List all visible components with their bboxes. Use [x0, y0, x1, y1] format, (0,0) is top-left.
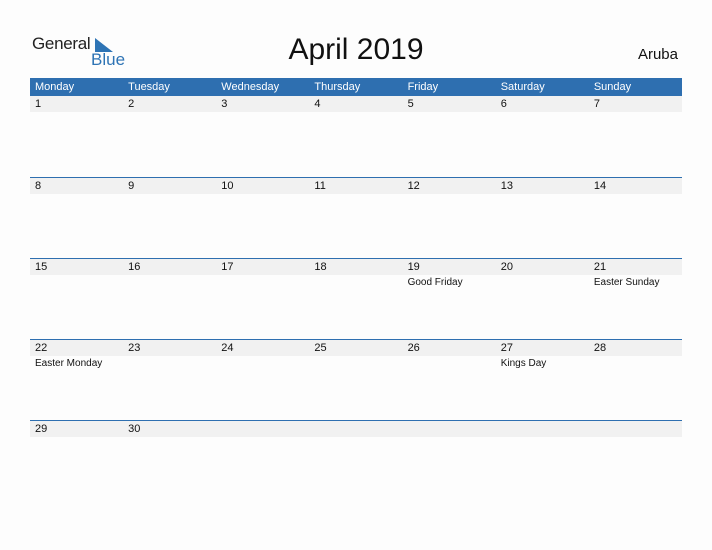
holiday-label: Good Friday: [407, 277, 463, 288]
holiday-label: [589, 112, 682, 114]
event-row: [30, 437, 682, 439]
day-number: [589, 421, 682, 437]
calendar-title: April 2019: [288, 33, 424, 66]
country-label: Aruba: [637, 46, 678, 63]
day-number: 27: [500, 342, 513, 354]
holiday-label: [589, 194, 682, 196]
holiday-label: [216, 194, 309, 196]
day-number-row: 22 23 24 25 26 27 28: [30, 340, 682, 356]
holiday-label: Kings Day: [500, 358, 547, 369]
holiday-label: [403, 437, 496, 439]
event-row: [30, 194, 682, 196]
day-number-row: 29 30: [30, 421, 682, 437]
holiday-label: [123, 194, 216, 196]
day-number: 2: [128, 98, 135, 110]
day-number-row: 1 2 3 4 5 6 7: [30, 96, 682, 112]
day-number: 1: [35, 98, 42, 110]
holiday-label: [496, 194, 589, 196]
holiday-label: [309, 275, 402, 288]
holiday-label: [216, 437, 309, 439]
holiday-label: [30, 194, 123, 196]
holiday-label: [123, 437, 216, 439]
day-number: 22: [35, 342, 48, 354]
day-number: 3: [221, 98, 228, 110]
day-number: [309, 421, 402, 437]
day-number: 20: [500, 261, 513, 273]
holiday-label: [123, 112, 216, 114]
holiday-label: [496, 112, 589, 114]
event-row: Good Friday Easter Sunday: [30, 275, 682, 288]
holiday-label: [403, 112, 496, 114]
holiday-label: [496, 437, 589, 439]
holiday-label: [589, 356, 682, 369]
holiday-label: [30, 275, 123, 288]
day-number: 18: [314, 261, 327, 273]
day-number-row: 8 9 10 11 12 13 14: [30, 178, 682, 194]
holiday-label: [216, 356, 309, 369]
weekday-sunday: Sunday: [593, 81, 632, 93]
holiday-label: [403, 356, 496, 369]
day-number: 25: [314, 342, 327, 354]
weekday-friday: Friday: [407, 81, 439, 93]
calendar-grid: Monday Tuesday Wednesday Thursday Friday…: [30, 78, 682, 501]
weekday-tuesday: Tuesday: [128, 81, 170, 93]
weekday-wednesday: Wednesday: [221, 81, 280, 93]
day-number: 13: [500, 180, 513, 192]
weekday-header: Monday Tuesday Wednesday Thursday Friday…: [30, 78, 682, 96]
week-row: 8 9 10 11 12 13 14: [30, 177, 682, 258]
day-number: [496, 421, 589, 437]
day-number: 30: [128, 423, 141, 435]
day-number: 7: [593, 98, 600, 110]
day-number: 21: [593, 261, 607, 273]
weekday-monday: Monday: [35, 81, 75, 93]
day-number: 8: [35, 180, 42, 192]
day-number: [403, 421, 496, 437]
day-number: 23: [128, 342, 141, 354]
holiday-label: [30, 112, 123, 114]
event-row: [30, 112, 682, 114]
day-number: 29: [35, 423, 48, 435]
event-row: Easter Monday Kings Day: [30, 356, 682, 369]
day-number: 4: [314, 98, 321, 110]
day-number: 16: [128, 261, 141, 273]
day-number: 6: [500, 98, 507, 110]
week-row: 1 2 3 4 5 6 7: [30, 96, 682, 177]
day-number: 19: [407, 261, 420, 273]
day-number: 5: [407, 98, 414, 110]
week-row: 22 23 24 25 26 27 28 Easter Monday Kings Day: [30, 339, 682, 420]
day-number: 28: [593, 342, 607, 354]
holiday-label: [496, 275, 589, 288]
day-number: 14: [593, 180, 607, 192]
week-row: 15 16 17 18 19 20 21 Good Friday Easter Sunday: [30, 258, 682, 339]
day-number: [216, 421, 309, 437]
holiday-label: [309, 356, 402, 369]
day-number: 12: [407, 180, 420, 192]
holiday-label: [216, 112, 309, 114]
day-number-row: 15 16 17 18 19 20 21: [30, 259, 682, 275]
holiday-label: Easter Sunday: [593, 277, 660, 288]
holiday-label: [123, 275, 216, 288]
holiday-label: [30, 437, 123, 439]
holiday-label: [309, 112, 402, 114]
weekday-saturday: Saturday: [500, 81, 545, 93]
day-number: 26: [407, 342, 420, 354]
day-number: 11: [314, 180, 326, 192]
holiday-label: [309, 437, 402, 439]
holiday-label: [589, 437, 682, 439]
holiday-label: [216, 275, 309, 288]
day-number: 10: [221, 180, 234, 192]
day-number: 24: [221, 342, 234, 354]
day-number: 17: [221, 261, 234, 273]
weekday-thursday: Thursday: [314, 81, 361, 93]
holiday-label: Easter Monday: [35, 358, 103, 369]
day-number: 9: [128, 180, 135, 192]
holiday-label: [309, 194, 402, 196]
day-number: 15: [35, 261, 48, 273]
holiday-label: [403, 194, 496, 196]
week-row: 29 30: [30, 420, 682, 501]
holiday-label: [123, 356, 216, 369]
